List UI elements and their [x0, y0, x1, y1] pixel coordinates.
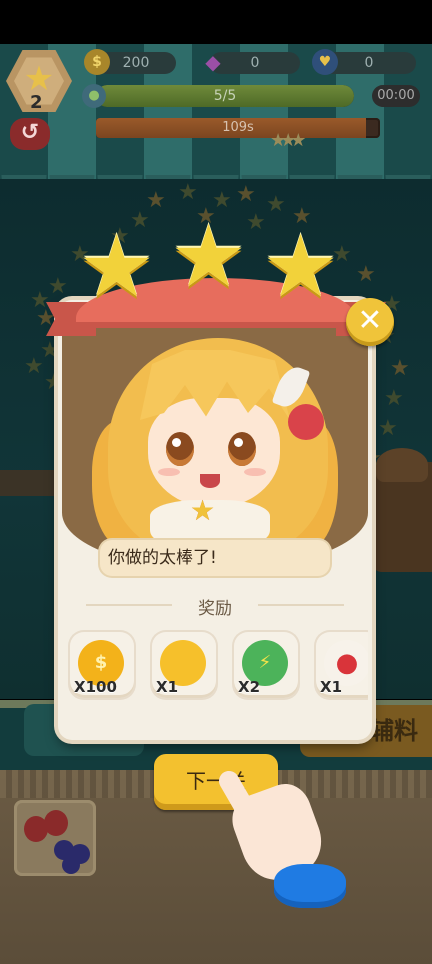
- reward-quantity: X1: [156, 678, 179, 696]
- blueberry-icon: [62, 856, 80, 874]
- character-blush: [244, 468, 266, 476]
- gem-icon: ◆: [205, 50, 221, 74]
- trash-jar[interactable]: [372, 448, 432, 572]
- heart-icon: ♥: [312, 49, 338, 75]
- hand-cuff: [274, 864, 346, 908]
- sparkle-star-icon: ★: [378, 416, 398, 441]
- sparkle-star-icon: ★: [178, 180, 198, 205]
- rewards-list: $ X100 X1 ⚡ X2 ● X1: [62, 626, 368, 708]
- sparkle-star-icon: ★: [266, 192, 286, 217]
- earned-star-icon: ★: [78, 217, 156, 317]
- earned-star-icon: ★: [170, 207, 248, 307]
- sparkle-star-icon: ★: [384, 386, 404, 411]
- rating-stars-icon: ★★★: [270, 130, 307, 151]
- reward-quantity: X100: [74, 678, 117, 696]
- character-mouth: [200, 474, 220, 488]
- character-eye: [228, 432, 256, 466]
- star-icon: ★: [190, 494, 216, 527]
- status-bar-area: [0, 0, 432, 44]
- reward-quantity: X1: [320, 678, 343, 696]
- globe-icon: ●: [82, 84, 106, 108]
- reward-item: $ X100: [70, 632, 134, 698]
- close-button[interactable]: ✕: [346, 298, 394, 346]
- reward-quantity: X2: [238, 678, 261, 696]
- reward-item: X1: [152, 632, 216, 698]
- back-button[interactable]: ↺: [10, 118, 50, 150]
- sparkle-star-icon: ★: [236, 182, 256, 207]
- earned-star-icon: ★: [262, 217, 340, 317]
- reward-item: ⚡ X2: [234, 632, 298, 698]
- sparkle-star-icon: ★: [390, 356, 410, 381]
- sparkle-star-icon: ★: [24, 354, 44, 379]
- game-screen: 辅料 ★ 2 ↺ 200 $ 0 ◆ 0 ♥ 5/5 ● 00:00 109s …: [0, 0, 432, 964]
- coin-icon: $: [84, 49, 110, 75]
- fruit-box[interactable]: [14, 800, 96, 876]
- tutorial-hand-icon: [212, 767, 346, 918]
- dialog-text: 你做的太棒了!: [108, 548, 217, 568]
- rewards-title: 奖励: [198, 599, 232, 619]
- clock-display: 00:00: [372, 85, 420, 107]
- time-remaining-text: 109s: [222, 120, 254, 135]
- hair-bow-icon: [288, 404, 324, 440]
- orders-progress-text: 5/5: [213, 88, 237, 104]
- character-eye: [166, 432, 194, 466]
- character-blush: [158, 468, 180, 476]
- strawberry-icon: [44, 810, 68, 836]
- reward-item: ● X1: [316, 632, 368, 698]
- level-number: 2: [30, 92, 43, 113]
